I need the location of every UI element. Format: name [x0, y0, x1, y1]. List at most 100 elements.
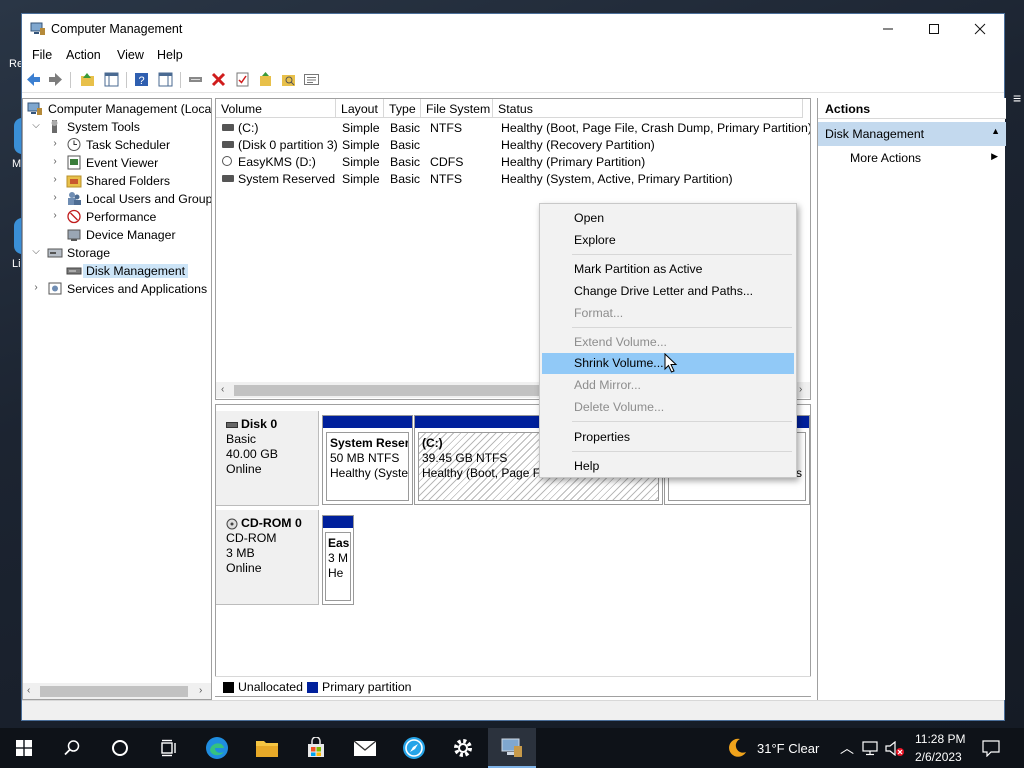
context-menu-help[interactable]: Help [542, 456, 794, 477]
tree-item-local-users-and-groups[interactable]: › Local Users and Groups [23, 190, 211, 208]
chevron-down-icon[interactable]: ⌵ [31, 246, 41, 257]
desktop-icon-label[interactable]: Li [12, 258, 21, 270]
context-menu-format[interactable]: Format... [542, 303, 794, 324]
search-button[interactable] [48, 728, 96, 768]
tree-item-label: Performance [86, 210, 157, 224]
tree-item-task-scheduler[interactable]: › Task Scheduler [23, 136, 211, 154]
clock-date[interactable]: 2/6/2023 [915, 750, 962, 764]
back-arrow-icon[interactable] [25, 71, 42, 88]
tree-item-disk-management[interactable]: Disk Management [23, 262, 211, 280]
cortana-button[interactable] [96, 728, 144, 768]
file-explorer-button[interactable] [243, 728, 291, 768]
context-menu-change-drive-letter[interactable]: Change Drive Letter and Paths... [542, 281, 794, 302]
context-menu-open[interactable]: Open [542, 208, 794, 229]
menu-action[interactable]: Action [66, 48, 101, 62]
chevron-up-icon[interactable]: ︿ [840, 738, 854, 758]
menu-help[interactable]: Help [157, 48, 183, 62]
menu-file[interactable]: File [32, 48, 52, 62]
column-header-status[interactable]: Status [493, 99, 803, 118]
tree-item-storage[interactable]: ⌵ Storage [23, 244, 211, 262]
chevron-right-icon[interactable]: › [50, 210, 60, 221]
properties-icon[interactable] [234, 71, 251, 88]
table-row[interactable]: EasyKMS (D:) Simple Basic CDFS Healthy (… [216, 154, 810, 171]
maximize-button[interactable] [911, 14, 957, 44]
tree-item-computer-management[interactable]: Computer Management (Local [23, 100, 211, 118]
table-row[interactable]: (C:) Simple Basic NTFS Healthy (Boot, Pa… [216, 120, 810, 137]
scrollbar-thumb[interactable] [40, 686, 188, 697]
tree-item-event-viewer[interactable]: › Event Viewer [23, 154, 211, 172]
context-menu-properties[interactable]: Properties [542, 427, 794, 448]
table-row[interactable]: System Reserved Simple Basic NTFS Health… [216, 171, 810, 188]
clock-time[interactable]: 11:28 PM [915, 732, 965, 746]
search-folder-icon[interactable] [280, 71, 297, 88]
context-menu-extend-volume[interactable]: Extend Volume... [542, 332, 794, 353]
network-icon[interactable] [862, 741, 880, 756]
desktop-icon-label[interactable]: M [12, 158, 21, 170]
close-button[interactable] [957, 14, 1003, 44]
partition-system-reserved[interactable]: System Reser 50 MB NTFS Healthy (Syste [322, 415, 413, 505]
column-header-type[interactable]: Type [384, 99, 421, 118]
tree-item-shared-folders[interactable]: › Shared Folders [23, 172, 211, 190]
tree-horizontal-scrollbar[interactable]: ‹ › [23, 683, 211, 699]
drive-icon [222, 175, 234, 182]
tree-item-services-and-applications[interactable]: › Services and Applications [23, 280, 211, 298]
scrollbar-thumb[interactable] [234, 385, 544, 396]
weather-moon-icon[interactable] [726, 737, 748, 759]
help-icon[interactable]: ? [133, 71, 150, 88]
app-button[interactable] [390, 728, 438, 768]
scroll-left-icon[interactable]: ‹ [27, 685, 30, 696]
up-folder-icon[interactable] [79, 71, 96, 88]
volume-layout: Simple [342, 155, 380, 169]
show-hide-action-pane-icon[interactable] [157, 71, 174, 88]
cd-rom-0-label[interactable]: CD-ROM 0 CD-ROM 3 MB Online [216, 510, 319, 605]
speaker-muted-icon[interactable] [885, 741, 905, 756]
export-list-icon[interactable] [257, 71, 274, 88]
tree-item-system-tools[interactable]: ⌵ System Tools [23, 118, 211, 136]
scroll-right-icon[interactable]: › [799, 384, 802, 395]
context-menu-add-mirror[interactable]: Add Mirror... [542, 375, 794, 396]
chevron-right-icon[interactable]: › [50, 174, 60, 185]
connect-drive-icon[interactable] [187, 71, 204, 88]
forward-arrow-icon[interactable] [47, 71, 64, 88]
disk-0-label[interactable]: Disk 0 Basic 40.00 GB Online [216, 411, 319, 506]
partition-bar [323, 516, 353, 528]
edge-button[interactable] [193, 728, 241, 768]
task-view-button[interactable] [144, 728, 192, 768]
start-button[interactable] [0, 728, 48, 768]
menu-view[interactable]: View [117, 48, 144, 62]
chevron-right-icon[interactable]: › [50, 138, 60, 149]
table-row[interactable]: (Disk 0 partition 3) Simple Basic Health… [216, 137, 810, 154]
list-view-icon[interactable] [303, 71, 320, 88]
partition-status: Healthy (Syste [330, 466, 409, 480]
store-button[interactable] [292, 728, 340, 768]
collapse-up-icon[interactable]: ▲ [991, 126, 1000, 136]
system-tools-icon [51, 120, 58, 133]
tree-item-performance[interactable]: › Performance [23, 208, 211, 226]
volume-name: (Disk 0 partition 3) [238, 138, 338, 152]
delete-icon[interactable] [210, 71, 227, 88]
partition-easykms[interactable]: Eas 3 M He [322, 515, 354, 605]
show-hide-console-tree-icon[interactable] [103, 71, 120, 88]
mail-button[interactable] [341, 728, 389, 768]
chevron-right-icon[interactable]: › [50, 192, 60, 203]
column-header-volume[interactable]: Volume [216, 99, 336, 118]
computer-management-taskbar-button[interactable] [488, 728, 536, 768]
actions-section-disk-management[interactable]: Disk Management ▲ [818, 122, 1006, 146]
minimize-button[interactable] [865, 14, 911, 44]
tree-item-device-manager[interactable]: Device Manager [23, 226, 211, 244]
settings-button[interactable] [439, 728, 487, 768]
scroll-left-icon[interactable]: ‹ [221, 384, 224, 395]
chevron-down-icon[interactable]: ⌵ [31, 120, 41, 131]
scroll-right-icon[interactable]: › [199, 685, 202, 696]
weather-text[interactable]: 31°F Clear [757, 741, 819, 756]
more-actions[interactable]: More Actions ▶ [818, 146, 1006, 168]
context-menu-delete-volume[interactable]: Delete Volume... [542, 397, 794, 418]
title-bar[interactable]: Computer Management [22, 14, 1004, 44]
notifications-icon[interactable] [982, 740, 1000, 757]
chevron-right-icon[interactable]: › [31, 282, 41, 293]
chevron-right-icon[interactable]: › [50, 156, 60, 167]
column-header-file-system[interactable]: File System [421, 99, 493, 118]
context-menu-mark-partition-as-active[interactable]: Mark Partition as Active [542, 259, 794, 280]
context-menu-explore[interactable]: Explore [542, 230, 794, 251]
column-header-layout[interactable]: Layout [336, 99, 384, 118]
